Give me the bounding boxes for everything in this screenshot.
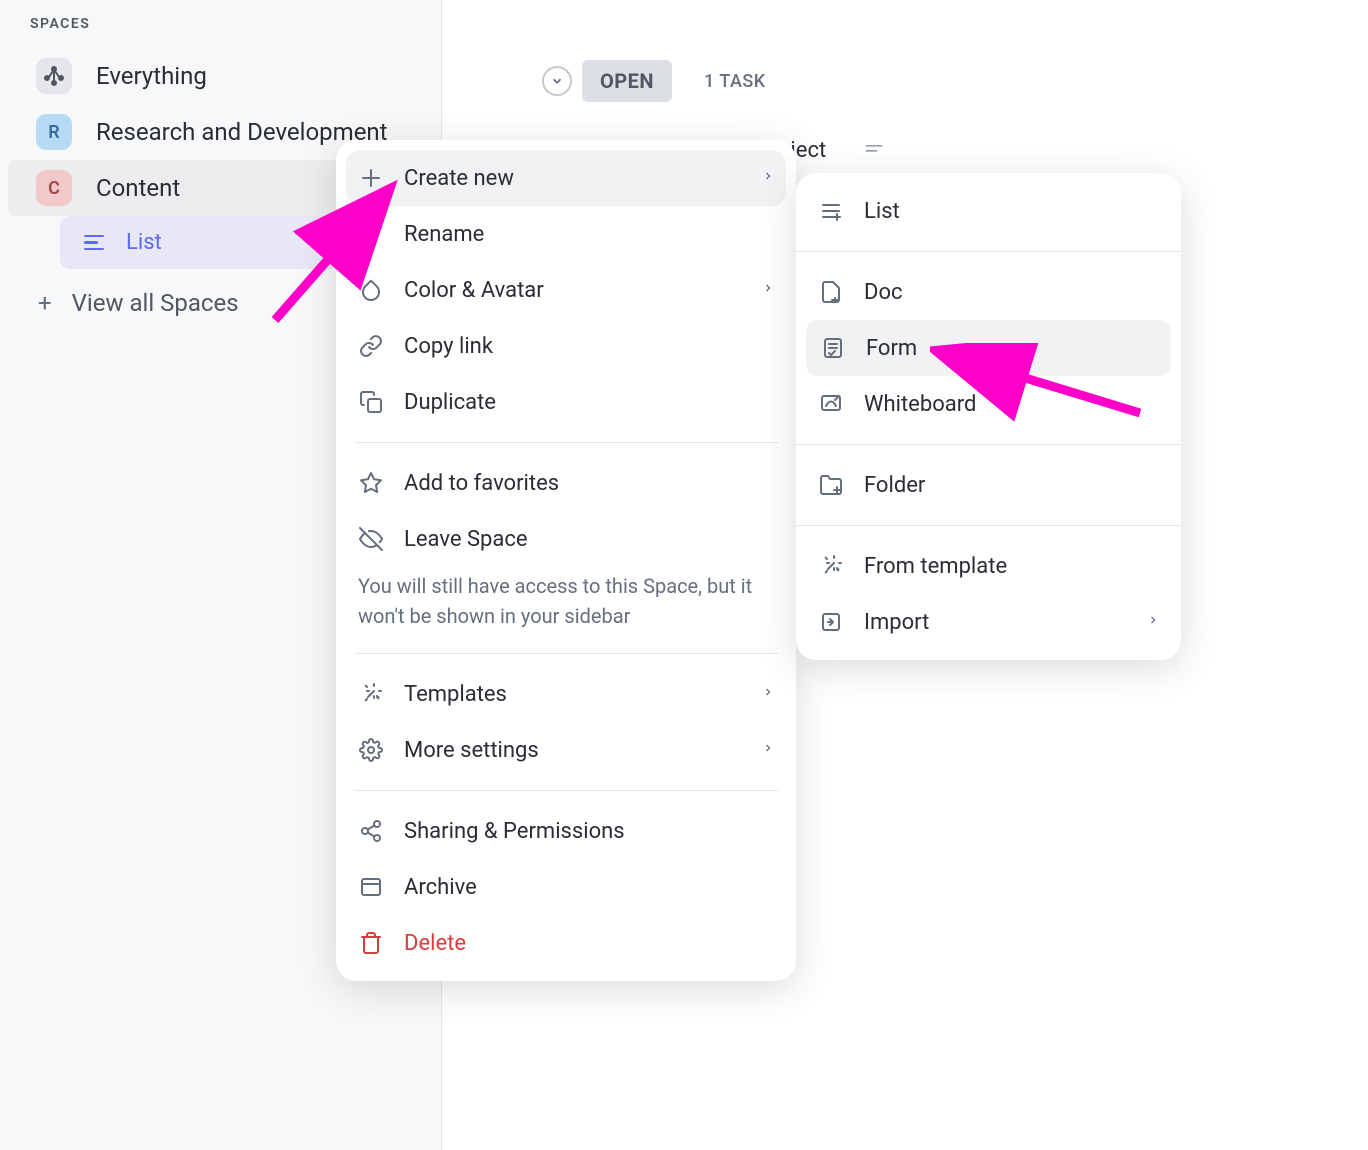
eye-off-icon <box>358 526 384 552</box>
plus-icon: + <box>38 289 52 317</box>
menu-label: Whiteboard <box>864 392 1159 417</box>
submenu-folder[interactable]: Folder <box>796 457 1181 513</box>
list-icon <box>818 198 844 224</box>
duplicate-icon <box>358 389 384 415</box>
menu-label: More settings <box>404 738 742 763</box>
leave-space-description: You will still have access to this Space… <box>336 567 796 641</box>
chevron-right-icon <box>762 167 774 189</box>
menu-templates[interactable]: Templates <box>336 666 796 722</box>
plus-icon <box>358 165 384 191</box>
menu-label: Form <box>866 336 1157 361</box>
menu-copy-link[interactable]: Copy link <box>336 318 796 374</box>
sidebar-item-label: Research and Development <box>96 118 388 146</box>
menu-label: Rename <box>404 222 774 247</box>
import-icon <box>818 609 844 635</box>
sidebar-header: SPACES <box>0 12 441 48</box>
menu-label: Leave Space <box>404 527 774 552</box>
menu-divider <box>354 442 778 443</box>
menu-duplicate[interactable]: Duplicate <box>336 374 796 430</box>
trash-icon <box>358 930 384 956</box>
menu-leave-space[interactable]: Leave Space <box>336 511 796 567</box>
star-icon <box>358 470 384 496</box>
context-menu: Create new Rename Color & Avatar Copy li… <box>336 140 796 981</box>
form-icon <box>820 335 846 361</box>
menu-label: Folder <box>864 473 1159 498</box>
submenu-list[interactable]: List <box>796 183 1181 239</box>
submenu-from-template[interactable]: From template <box>796 538 1181 594</box>
menu-label: Doc <box>864 280 1159 305</box>
task-menu-icon[interactable] <box>864 138 884 163</box>
sidebar-item-label: Content <box>96 174 180 202</box>
doc-icon <box>818 279 844 305</box>
menu-label: Sharing & Permissions <box>404 819 774 844</box>
menu-delete[interactable]: Delete <box>336 915 796 971</box>
sidebar-item-label: Everything <box>96 62 207 90</box>
menu-create-new[interactable]: Create new <box>346 150 786 206</box>
menu-label: Duplicate <box>404 390 774 415</box>
menu-divider <box>796 444 1181 445</box>
collapse-button[interactable] <box>542 66 572 96</box>
archive-icon <box>358 874 384 900</box>
chevron-right-icon <box>1147 611 1159 633</box>
chevron-right-icon <box>762 683 774 705</box>
link-icon <box>358 333 384 359</box>
whiteboard-icon <box>818 391 844 417</box>
menu-label: Create new <box>404 166 742 191</box>
menu-rename[interactable]: Rename <box>336 206 796 262</box>
content-badge: C <box>36 170 72 206</box>
menu-label: Color & Avatar <box>404 278 742 303</box>
sidebar-subitem-label: List <box>126 230 162 255</box>
menu-divider <box>796 251 1181 252</box>
menu-label: Templates <box>404 682 742 707</box>
menu-label: Add to favorites <box>404 471 774 496</box>
wand-icon <box>818 553 844 579</box>
task-count: 1 TASK <box>704 71 766 92</box>
submenu-doc[interactable]: Doc <box>796 264 1181 320</box>
menu-divider <box>354 790 778 791</box>
submenu-import[interactable]: Import <box>796 594 1181 650</box>
menu-label: Import <box>864 610 1127 635</box>
menu-more-settings[interactable]: More settings <box>336 722 796 778</box>
everything-icon <box>36 58 72 94</box>
menu-divider <box>354 653 778 654</box>
menu-sharing[interactable]: Sharing & Permissions <box>336 803 796 859</box>
menu-label: From template <box>864 554 1159 579</box>
task-header: OPEN 1 TASK <box>482 60 1328 102</box>
gear-icon <box>358 737 384 763</box>
research-badge: R <box>36 114 72 150</box>
status-badge[interactable]: OPEN <box>582 60 672 102</box>
drop-icon <box>358 277 384 303</box>
folder-icon <box>818 472 844 498</box>
share-icon <box>358 818 384 844</box>
wand-icon <box>358 681 384 707</box>
menu-label: Delete <box>404 931 774 956</box>
menu-archive[interactable]: Archive <box>336 859 796 915</box>
chevron-right-icon <box>762 739 774 761</box>
create-new-submenu: List Doc Form Whiteboard Folder <box>796 173 1181 660</box>
menu-label: Copy link <box>404 334 774 359</box>
submenu-whiteboard[interactable]: Whiteboard <box>796 376 1181 432</box>
pencil-icon <box>358 221 384 247</box>
list-icon <box>84 235 104 251</box>
submenu-form[interactable]: Form <box>806 320 1171 376</box>
menu-add-favorites[interactable]: Add to favorites <box>336 455 796 511</box>
sidebar-item-everything[interactable]: Everything <box>8 48 433 104</box>
chevron-right-icon <box>762 279 774 301</box>
menu-divider <box>796 525 1181 526</box>
view-all-label: View all Spaces <box>72 289 239 317</box>
menu-label: Archive <box>404 875 774 900</box>
menu-color-avatar[interactable]: Color & Avatar <box>336 262 796 318</box>
menu-label: List <box>864 199 1159 224</box>
